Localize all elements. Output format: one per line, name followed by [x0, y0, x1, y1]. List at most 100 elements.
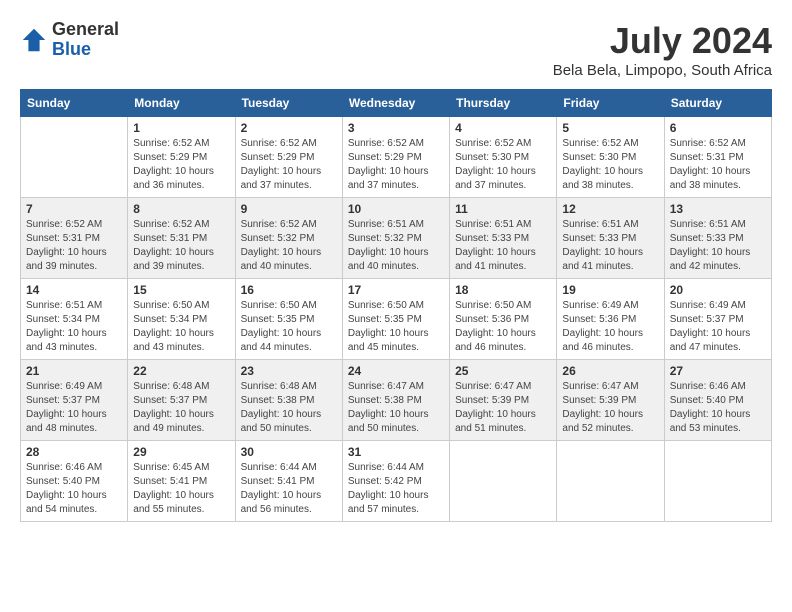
day-info: Sunrise: 6:48 AM Sunset: 5:37 PM Dayligh… — [133, 380, 229, 436]
day-number: 17 — [348, 283, 444, 297]
page-header: General Blue July 2024 Bela Bela, Limpop… — [20, 20, 772, 79]
logo-icon — [20, 26, 48, 54]
day-number: 14 — [26, 283, 122, 297]
calendar-cell: 12Sunrise: 6:51 AM Sunset: 5:33 PM Dayli… — [557, 198, 664, 279]
day-number: 26 — [562, 364, 658, 378]
day-number: 3 — [348, 121, 444, 135]
calendar-week-row: 14 Sunrise: 6:51 AM Sunset: 5:34 PM Dayli… — [21, 279, 772, 360]
day-number: 9 — [241, 202, 337, 216]
calendar-cell — [450, 441, 557, 522]
calendar-week-row: 7 Sunrise: 6:52 AM Sunset: 5:31 PM Daylig… — [21, 198, 772, 279]
calendar-week-row: 28 Sunrise: 6:46 AM Sunset: 5:40 PM Dayli… — [21, 441, 772, 522]
day-number: 12 — [562, 202, 658, 216]
day-number: 29 — [133, 445, 229, 459]
day-info: Sunrise: 6:52 AM Sunset: 5:30 PM Dayligh… — [455, 137, 551, 193]
day-number: 7 — [26, 202, 122, 216]
day-info: Sunrise: 6:52 AM Sunset: 5:29 PM Dayligh… — [241, 137, 337, 193]
calendar-cell: 10Sunrise: 6:51 AM Sunset: 5:32 PM Dayli… — [342, 198, 449, 279]
day-number: 2 — [241, 121, 337, 135]
calendar-cell: 14 Sunrise: 6:51 AM Sunset: 5:34 PM Dayli… — [21, 279, 128, 360]
location-subtitle: Bela Bela, Limpopo, South Africa — [553, 62, 772, 79]
day-info: Sunrise: 6:48 AM Sunset: 5:38 PM Dayligh… — [241, 380, 337, 436]
day-number: 4 — [455, 121, 551, 135]
calendar-cell: 27 Sunrise: 6:46 AM Sunset: 5:40 PM Dayli… — [664, 360, 771, 441]
calendar-cell: 15Sunrise: 6:50 AM Sunset: 5:34 PM Dayli… — [128, 279, 235, 360]
calendar-cell: 19 Sunrise: 6:49 AM Sunset: 5:36 PM Dayli… — [557, 279, 664, 360]
day-info: Sunrise: 6:52 AM Sunset: 5:29 PM Dayligh… — [348, 137, 444, 193]
day-info: Sunrise: 6:47 AM Sunset: 5:39 PM Dayligh… — [455, 380, 551, 436]
day-info: Sunrise: 6:52 AM Sunset: 5:32 PM Dayligh… — [241, 218, 337, 274]
day-number: 30 — [241, 445, 337, 459]
day-number: 28 — [26, 445, 122, 459]
day-number: 11 — [455, 202, 551, 216]
calendar-cell: 7 Sunrise: 6:52 AM Sunset: 5:31 PM Daylig… — [21, 198, 128, 279]
day-info: Sunrise: 6:52 AM Sunset: 5:31 PM Dayligh… — [133, 218, 229, 274]
calendar-cell: 4 Sunrise: 6:52 AM Sunset: 5:30 PM Daylig… — [450, 117, 557, 198]
calendar-cell: 2 Sunrise: 6:52 AM Sunset: 5:29 PM Daylig… — [235, 117, 342, 198]
calendar-cell: 31 Sunrise: 6:44 AM Sunset: 5:42 PM Dayli… — [342, 441, 449, 522]
day-info: Sunrise: 6:52 AM Sunset: 5:31 PM Dayligh… — [26, 218, 122, 274]
month-year-title: July 2024 — [553, 20, 772, 62]
header-sunday: Sunday — [21, 90, 128, 117]
day-number: 13 — [670, 202, 766, 216]
header-thursday: Thursday — [450, 90, 557, 117]
day-number: 6 — [670, 121, 766, 135]
calendar-cell — [21, 117, 128, 198]
logo-text: General Blue — [52, 20, 119, 60]
calendar-cell: 30 Sunrise: 6:44 AM Sunset: 5:41 PM Dayli… — [235, 441, 342, 522]
calendar-cell: 25 Sunrise: 6:47 AM Sunset: 5:39 PM Dayli… — [450, 360, 557, 441]
calendar-table: SundayMondayTuesdayWednesdayThursdayFrid… — [20, 89, 772, 522]
day-info: Sunrise: 6:44 AM Sunset: 5:42 PM Dayligh… — [348, 461, 444, 517]
day-number: 15 — [133, 283, 229, 297]
day-number: 27 — [670, 364, 766, 378]
calendar-cell: 18 Sunrise: 6:50 AM Sunset: 5:36 PM Dayli… — [450, 279, 557, 360]
header-wednesday: Wednesday — [342, 90, 449, 117]
calendar-cell: 20Sunrise: 6:49 AM Sunset: 5:37 PM Dayli… — [664, 279, 771, 360]
day-info: Sunrise: 6:47 AM Sunset: 5:38 PM Dayligh… — [348, 380, 444, 436]
header-friday: Friday — [557, 90, 664, 117]
title-section: July 2024 Bela Bela, Limpopo, South Afri… — [553, 20, 772, 79]
calendar-cell: 6 Sunrise: 6:52 AM Sunset: 5:31 PM Daylig… — [664, 117, 771, 198]
day-info: Sunrise: 6:50 AM Sunset: 5:36 PM Dayligh… — [455, 299, 551, 355]
logo: General Blue — [20, 20, 119, 60]
calendar-cell: 13Sunrise: 6:51 AM Sunset: 5:33 PM Dayli… — [664, 198, 771, 279]
day-number: 23 — [241, 364, 337, 378]
header-tuesday: Tuesday — [235, 90, 342, 117]
logo-general-text: General — [52, 20, 119, 40]
day-number: 16 — [241, 283, 337, 297]
calendar-cell: 8 Sunrise: 6:52 AM Sunset: 5:31 PM Daylig… — [128, 198, 235, 279]
calendar-cell: 23 Sunrise: 6:48 AM Sunset: 5:38 PM Dayli… — [235, 360, 342, 441]
calendar-cell: 21Sunrise: 6:49 AM Sunset: 5:37 PM Dayli… — [21, 360, 128, 441]
day-info: Sunrise: 6:46 AM Sunset: 5:40 PM Dayligh… — [670, 380, 766, 436]
calendar-cell: 29Sunrise: 6:45 AM Sunset: 5:41 PM Dayli… — [128, 441, 235, 522]
calendar-cell: 5 Sunrise: 6:52 AM Sunset: 5:30 PM Daylig… — [557, 117, 664, 198]
day-number: 22 — [133, 364, 229, 378]
day-number: 10 — [348, 202, 444, 216]
calendar-header-row: SundayMondayTuesdayWednesdayThursdayFrid… — [21, 90, 772, 117]
day-info: Sunrise: 6:47 AM Sunset: 5:39 PM Dayligh… — [562, 380, 658, 436]
day-number: 20 — [670, 283, 766, 297]
day-info: Sunrise: 6:51 AM Sunset: 5:34 PM Dayligh… — [26, 299, 122, 355]
calendar-cell: 17 Sunrise: 6:50 AM Sunset: 5:35 PM Dayli… — [342, 279, 449, 360]
day-number: 18 — [455, 283, 551, 297]
day-number: 21 — [26, 364, 122, 378]
day-info: Sunrise: 6:52 AM Sunset: 5:30 PM Dayligh… — [562, 137, 658, 193]
header-monday: Monday — [128, 90, 235, 117]
day-info: Sunrise: 6:44 AM Sunset: 5:41 PM Dayligh… — [241, 461, 337, 517]
day-number: 5 — [562, 121, 658, 135]
day-number: 8 — [133, 202, 229, 216]
calendar-cell: 24 Sunrise: 6:47 AM Sunset: 5:38 PM Dayli… — [342, 360, 449, 441]
day-info: Sunrise: 6:50 AM Sunset: 5:35 PM Dayligh… — [348, 299, 444, 355]
day-info: Sunrise: 6:52 AM Sunset: 5:29 PM Dayligh… — [133, 137, 229, 193]
header-saturday: Saturday — [664, 90, 771, 117]
day-info: Sunrise: 6:50 AM Sunset: 5:35 PM Dayligh… — [241, 299, 337, 355]
day-info: Sunrise: 6:49 AM Sunset: 5:36 PM Dayligh… — [562, 299, 658, 355]
day-number: 25 — [455, 364, 551, 378]
day-info: Sunrise: 6:46 AM Sunset: 5:40 PM Dayligh… — [26, 461, 122, 517]
calendar-cell: 1Sunrise: 6:52 AM Sunset: 5:29 PM Daylig… — [128, 117, 235, 198]
day-number: 31 — [348, 445, 444, 459]
calendar-week-row: 1Sunrise: 6:52 AM Sunset: 5:29 PM Daylig… — [21, 117, 772, 198]
day-number: 24 — [348, 364, 444, 378]
day-info: Sunrise: 6:52 AM Sunset: 5:31 PM Dayligh… — [670, 137, 766, 193]
day-number: 19 — [562, 283, 658, 297]
